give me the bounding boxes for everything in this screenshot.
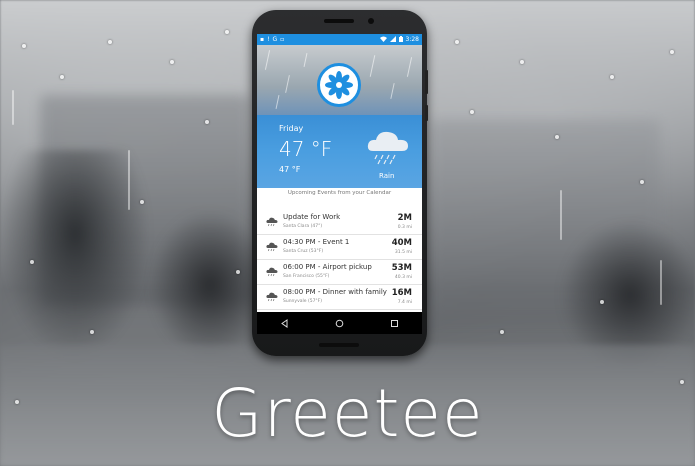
notification-icon: ▫: [280, 35, 285, 43]
brand-title: Greetee: [211, 375, 484, 452]
navigation-bar: [257, 312, 422, 334]
phone-speaker-top: [324, 19, 354, 23]
event-title: 04:30 PM - Event 1: [283, 238, 350, 246]
event-distance: 7.4 mi: [397, 300, 412, 305]
weather-condition: Rain: [379, 172, 395, 180]
rain-cloud-icon: [266, 292, 278, 302]
event-location: Sunnyvale (57°F): [283, 299, 323, 304]
event-item[interactable]: 04:30 PM - Event 1 Santa Cruz (53°F) 40M…: [257, 235, 422, 260]
phone-screen: ▪ ! G ▫ 3:28 Friday 47 °F 47 °F Rain Upc…: [257, 34, 422, 334]
app-logo[interactable]: [317, 63, 361, 107]
rain-cloud-icon: [266, 242, 278, 252]
battery-icon: [398, 35, 403, 44]
event-location: Santa Cruz (53°F): [283, 249, 324, 254]
rain-cloud-icon: [266, 217, 278, 227]
weather-temperature: 47 °F: [279, 137, 333, 161]
event-distance: 40.3 mi: [394, 275, 412, 280]
status-time: 3:28: [405, 36, 419, 43]
phone-camera: [368, 18, 374, 24]
rain-cloud-icon: [367, 131, 408, 165]
event-distance: 0.3 mi: [397, 225, 412, 230]
event-distance: 31.5 mi: [394, 250, 412, 255]
event-item[interactable]: 06:00 PM - Airport pickup San Francisco …: [257, 260, 422, 285]
wifi-icon: [379, 36, 387, 44]
event-eta: 40M: [391, 238, 412, 248]
event-eta: 2M: [397, 213, 412, 223]
back-icon[interactable]: [277, 315, 293, 331]
image-icon: ▪: [260, 35, 265, 43]
status-bar: ▪ ! G ▫ 3:28: [257, 34, 422, 45]
alert-icon: !: [267, 35, 270, 43]
event-location: Santa Clara (47°): [283, 224, 323, 229]
event-item[interactable]: Update for Work Santa Clara (47°) 2M 0.3…: [257, 210, 422, 235]
event-eta: 16M: [391, 288, 412, 298]
app-header: [257, 45, 422, 115]
weather-low: 47 °F: [279, 165, 301, 174]
phone-device: ▪ ! G ▫ 3:28 Friday 47 °F 47 °F Rain Upc…: [252, 10, 428, 356]
rain-cloud-icon: [266, 267, 278, 277]
home-icon[interactable]: [332, 315, 348, 331]
event-title: 06:00 PM - Airport pickup: [283, 263, 372, 271]
event-item[interactable]: 08:00 PM - Dinner with family Sunnyvale …: [257, 285, 422, 310]
flower-logo-icon: [325, 71, 353, 99]
event-eta: 53M: [391, 263, 412, 273]
phone-speaker-bottom: [319, 343, 359, 347]
weather-day: Friday: [279, 124, 304, 133]
signal-icon: [389, 35, 396, 44]
events-header: Upcoming Events from your Calendar: [287, 190, 392, 196]
events-list: Update for Work Santa Clara (47°) 2M 0.3…: [257, 210, 422, 310]
phone-volume-button: [425, 70, 428, 94]
event-title: Update for Work: [283, 213, 341, 221]
recents-icon[interactable]: [387, 315, 403, 331]
weather-panel[interactable]: Friday 47 °F 47 °F Rain: [257, 115, 422, 188]
google-icon: G: [272, 35, 278, 43]
phone-power-button: [425, 105, 428, 121]
event-title: 08:00 PM - Dinner with family: [283, 288, 387, 296]
event-location: San Francisco (55°F): [283, 274, 330, 279]
